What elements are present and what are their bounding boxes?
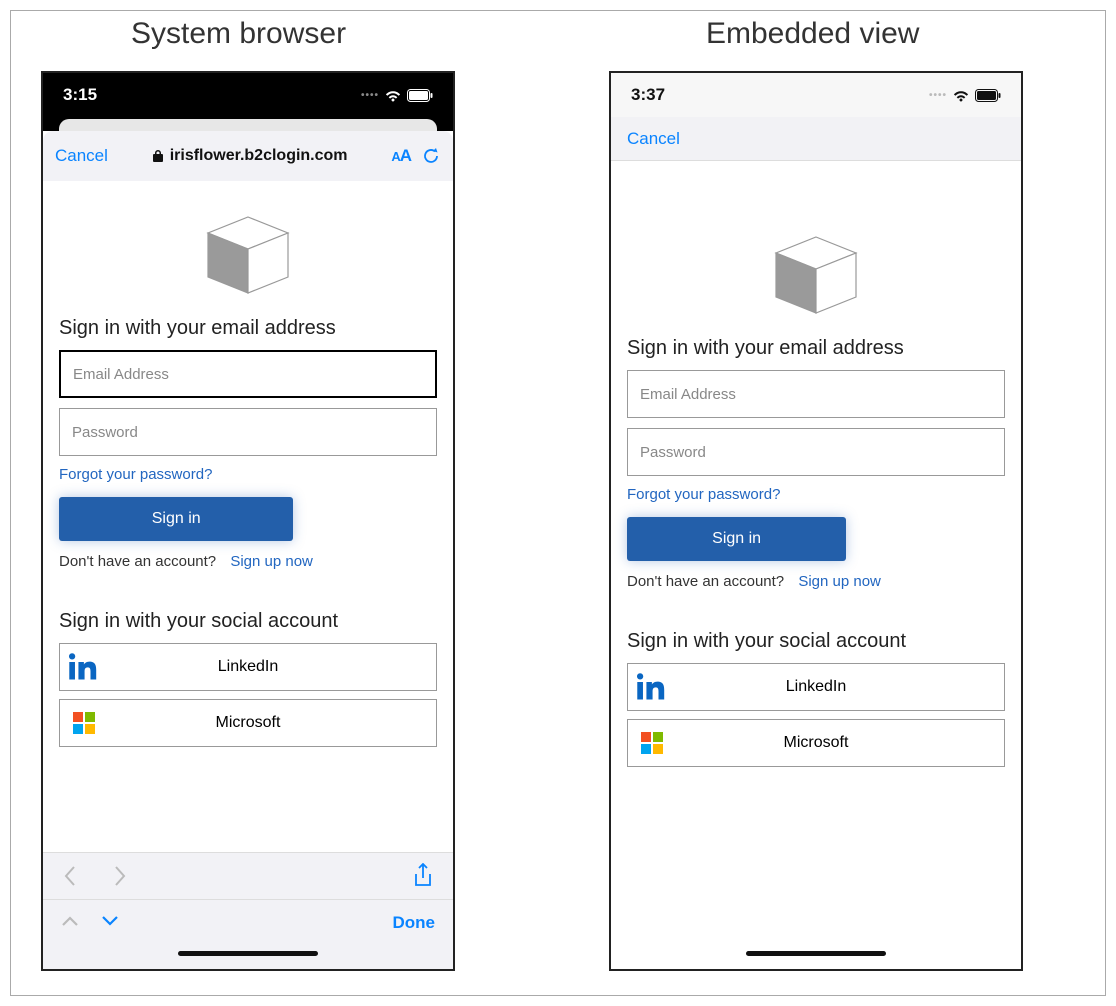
phone-system-browser: 3:15 •••• Cancel irisflower.b2clogin.com… [41,71,455,971]
linkedin-label: LinkedIn [108,658,436,676]
aa-small: A [391,149,399,164]
nav-bar: Cancel [611,117,1021,161]
linkedin-label: LinkedIn [676,678,1004,696]
signin-content: Sign in with your email address Forgot y… [43,181,453,771]
signin-heading: Sign in with your email address [627,337,1005,360]
forgot-password-link[interactable]: Forgot your password? [59,466,212,483]
signin-button[interactable]: Sign in [59,497,293,541]
chevron-down-icon[interactable] [101,915,119,927]
linkedin-icon [628,672,676,702]
email-field[interactable] [627,370,1005,418]
cellular-icon: •••• [361,90,379,101]
status-icons: •••• [361,89,433,102]
battery-icon [975,89,1001,102]
forward-icon[interactable] [113,865,127,887]
microsoft-icon [60,711,108,735]
social-heading: Sign in with your social account [59,610,437,633]
microsoft-button[interactable]: Microsoft [59,699,437,747]
status-icons: •••• [929,89,1001,102]
logo [627,217,1005,337]
linkedin-button[interactable]: LinkedIn [59,643,437,691]
title-embedded-view: Embedded view [706,17,919,51]
chevron-up-icon[interactable] [61,915,79,927]
cancel-button[interactable]: Cancel [627,129,680,149]
forgot-password-link[interactable]: Forgot your password? [627,486,780,503]
linkedin-button[interactable]: LinkedIn [627,663,1005,711]
password-field[interactable] [627,428,1005,476]
signin-heading: Sign in with your email address [59,317,437,340]
microsoft-icon [628,731,676,755]
status-bar: 3:15 •••• [43,73,453,117]
phone-embedded-view: 3:37 •••• Cancel Sign in with your email… [609,71,1023,971]
password-field[interactable] [59,408,437,456]
signup-link[interactable]: Sign up now [230,553,313,570]
home-indicator [43,945,453,969]
text-size-button[interactable]: AA [391,146,411,166]
wifi-icon [952,89,970,102]
linkedin-icon [60,652,108,682]
logo [59,197,437,317]
no-account-text: Don't have an account? [59,553,216,570]
signin-button[interactable]: Sign in [627,517,846,561]
microsoft-label: Microsoft [108,714,436,732]
toolbar-nav-row [43,853,453,899]
no-account-text: Don't have an account? [627,573,784,590]
cube-icon [771,235,861,315]
lock-icon [152,149,164,163]
browser-url-bar: Cancel irisflower.b2clogin.com AA [43,131,453,181]
home-indicator [611,945,1021,969]
status-time: 3:15 [63,85,97,105]
wifi-icon [384,89,402,102]
signin-content: Sign in with your email address Forgot y… [611,161,1021,791]
signup-prompt: Don't have an account? Sign up now [627,573,1005,590]
cube-icon [203,215,293,295]
signup-prompt: Don't have an account? Sign up now [59,553,437,570]
url-display[interactable]: irisflower.b2clogin.com [118,147,381,165]
done-button[interactable]: Done [393,913,436,933]
toolbar-done-row: Done [43,899,453,945]
share-icon[interactable] [413,863,433,889]
cellular-icon: •••• [929,90,947,101]
status-time: 3:37 [631,85,665,105]
url-domain: irisflower.b2clogin.com [170,147,348,165]
back-icon[interactable] [63,865,77,887]
sheet-background-peek [43,117,453,131]
status-bar: 3:37 •••• [611,73,1021,117]
refresh-icon[interactable] [421,146,441,166]
email-field[interactable] [59,350,437,398]
title-system-browser: System browser [131,17,346,51]
social-heading: Sign in with your social account [627,630,1005,653]
microsoft-label: Microsoft [676,734,1004,752]
safari-toolbar: Done [43,852,453,969]
battery-icon [407,89,433,102]
comparison-frame: System browser Embedded view 3:15 •••• C… [10,10,1106,996]
cancel-button[interactable]: Cancel [55,146,108,166]
signup-link[interactable]: Sign up now [798,573,881,590]
aa-large: A [400,146,411,165]
microsoft-button[interactable]: Microsoft [627,719,1005,767]
